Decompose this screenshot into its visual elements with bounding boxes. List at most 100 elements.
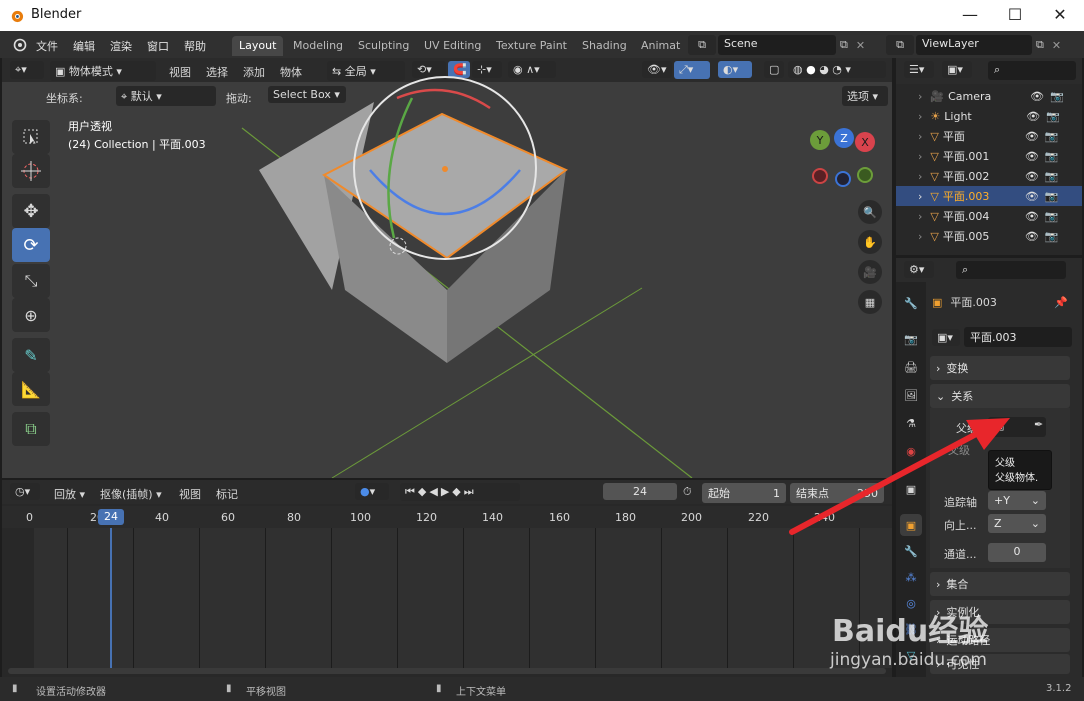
tab-render[interactable]: 📷 [900,328,922,350]
current-frame-field[interactable]: 24 [603,483,677,500]
delete-view-layer-icon[interactable]: ✕ [1052,39,1061,52]
expand-arrow-icon[interactable]: › [918,190,922,203]
move-tool[interactable]: ✥ [12,194,50,228]
delete-scene-icon[interactable]: ✕ [856,39,865,52]
outliner-editor-type[interactable]: ☰▾ [904,61,934,78]
frame-ruler[interactable]: 0 20 40 60 80 100 120 140 160 180 200 22… [2,506,892,528]
camera-render-icon[interactable]: 📷 [1045,130,1059,143]
camera-render-icon[interactable]: 📷 [1045,210,1059,223]
eye-icon[interactable]: 👁 [1025,130,1039,143]
outliner-row-light[interactable]: › ☀ Light 👁 📷 [896,106,1082,126]
properties-editor-type[interactable]: ⚙▾ [904,261,934,278]
tab-tool[interactable]: 🔧 [900,292,922,314]
outliner-item-name[interactable]: 平面.004 [943,208,1025,224]
panel-relations[interactable]: ⌄ 关系 [930,384,1070,408]
gizmo-neg-y[interactable] [857,167,873,183]
view-layer-selector[interactable]: ⧉ ViewLayer ⧉ ✕ [886,35,1082,55]
outliner-row-plane-001[interactable]: › ▽ 平面.001 👁 📷 [896,146,1082,166]
timer-icon[interactable]: ⏱ [683,485,692,499]
gizmo-neg-x[interactable] [812,168,828,184]
outliner-row-plane-002[interactable]: › ▽ 平面.002 👁 📷 [896,166,1082,186]
outliner-row-camera[interactable]: › 🎥 Camera 👁 📷 [896,86,1082,106]
blender-menu-icon[interactable] [11,38,27,52]
tab-output[interactable]: 🖨 [900,356,922,378]
close-button[interactable]: ✕ [1050,6,1070,26]
gizmo-y-axis[interactable]: Y [810,130,830,150]
new-scene-icon[interactable]: ⧉ [840,38,848,52]
timeline-menu-view[interactable]: 视图 [179,486,201,502]
tab-particles[interactable]: ⁂ [900,566,922,588]
transform-tool[interactable]: ⊕ [12,298,50,332]
keying-menu[interactable]: 抠像(插帧) ▾ [100,486,162,502]
eye-icon[interactable]: 👁 [1025,230,1039,243]
playhead-line[interactable] [110,528,112,668]
viewport-scene[interactable] [2,58,892,478]
eye-icon[interactable]: 👁 [1025,190,1039,203]
add-cube-tool[interactable]: ⧉ [12,412,50,446]
3d-viewport[interactable]: ⌖▾ ▣ 物体模式 ▾ 视图 选择 添加 物体 ⇆ 全局 ▾ ⟲▾ 🧲 ⊹▾ ◉… [2,58,892,478]
object-data-name-field[interactable]: 平面.003 [964,327,1072,347]
eyedropper-icon[interactable]: ✒ [1034,418,1043,431]
expand-arrow-icon[interactable]: › [918,110,922,123]
expand-arrow-icon[interactable]: › [918,170,922,183]
outliner-row-plane-005[interactable]: › ▽ 平面.005 👁 📷 [896,226,1082,246]
menu-window[interactable]: 窗口 [147,38,169,54]
cursor-tool[interactable] [12,154,50,188]
view-layer-icon[interactable]: ⧉ [886,35,914,55]
outliner-item-name[interactable]: 平面.003 [943,188,1025,204]
gizmo-x-axis[interactable]: X [855,132,875,152]
scene-selector[interactable]: ⧉ Scene ⧉ ✕ [688,35,878,55]
eye-icon[interactable]: 👁 [1030,90,1044,103]
eye-icon[interactable]: 👁 [1025,210,1039,223]
eye-icon[interactable]: 👁 [1025,170,1039,183]
camera-render-icon[interactable]: 📷 [1045,190,1059,203]
expand-arrow-icon[interactable]: › [918,210,922,223]
timeline-menu-marker[interactable]: 标记 [216,486,238,502]
menu-render[interactable]: 渲染 [110,38,132,54]
tab-layout[interactable]: Layout [232,36,284,56]
outliner-item-name[interactable]: 平面.001 [943,148,1025,164]
panel-transform[interactable]: › 变换 [930,356,1070,380]
tab-modifiers[interactable]: 🔧 [900,540,922,562]
timeline-scrollbar[interactable] [8,668,886,674]
pass-index-field[interactable]: 0 [988,543,1046,562]
outliner-row-plane-004[interactable]: › ▽ 平面.004 👁 📷 [896,206,1082,226]
outliner-item-name[interactable]: 平面.005 [943,228,1025,244]
expand-arrow-icon[interactable]: › [918,90,922,103]
scene-name-field[interactable]: Scene [718,35,836,55]
scene-icon[interactable]: ⧉ [688,35,716,55]
menu-help[interactable]: 帮助 [184,38,206,54]
outliner-item-name[interactable]: Camera [948,90,1030,103]
menu-edit[interactable]: 编辑 [73,38,95,54]
tab-uv-editing[interactable]: UV Editing [417,36,488,56]
expand-arrow-icon[interactable]: › [918,130,922,143]
pan-button[interactable]: ✋ [858,230,882,254]
gizmo-z-axis[interactable]: Z [834,128,854,148]
new-view-layer-icon[interactable]: ⧉ [1036,38,1044,52]
minimize-button[interactable]: — [960,6,980,26]
tab-animation[interactable]: Animat [634,36,687,56]
outliner-row-plane-003[interactable]: › ▽ 平面.003 👁 📷 [896,186,1082,206]
maximize-button[interactable]: ☐ [1005,6,1025,26]
measure-tool[interactable]: 📐 [12,372,50,406]
panel-collections[interactable]: › 集合 [930,572,1070,596]
tab-shading[interactable]: Shading [575,36,634,56]
camera-render-icon[interactable]: 📷 [1045,230,1059,243]
pin-icon[interactable]: 📌 [1054,296,1068,309]
playhead-label[interactable]: 24 [98,509,124,525]
outliner-editor[interactable]: ☰▾ ▣▾ ⌕ › 🎥 Camera 👁 📷 › ☀ Light 👁 📷 › ▽ 平… [896,58,1082,255]
timeline-editor[interactable]: ◷▾ 回放 ▾ 抠像(插帧) ▾ 视图 标记 ●▾ ⏮◆◀▶◆⏭ 24 ⏱ 起始… [2,480,892,677]
rotate-tool[interactable]: ⟳ [12,228,50,262]
menu-file[interactable]: 文件 [36,38,58,54]
playback-controls[interactable]: ⏮◆◀▶◆⏭ [400,483,520,501]
outliner-row-plane[interactable]: › ▽ 平面 👁 📷 [896,126,1082,146]
timeline-editor-type[interactable]: ◷▾ [10,483,40,500]
tab-view-layer[interactable]: 🖼 [900,384,922,406]
camera-render-icon[interactable]: 📷 [1045,170,1059,183]
eye-icon[interactable]: 👁 [1026,110,1040,123]
playback-menu[interactable]: 回放 ▾ [54,486,85,502]
camera-render-icon[interactable]: 📷 [1050,90,1064,103]
display-mode-dropdown[interactable]: ▣▾ [942,61,972,78]
zoom-button[interactable]: 🔍 [858,200,882,224]
object-data-selector[interactable]: ▣▾ 平面.003 [932,326,1074,348]
